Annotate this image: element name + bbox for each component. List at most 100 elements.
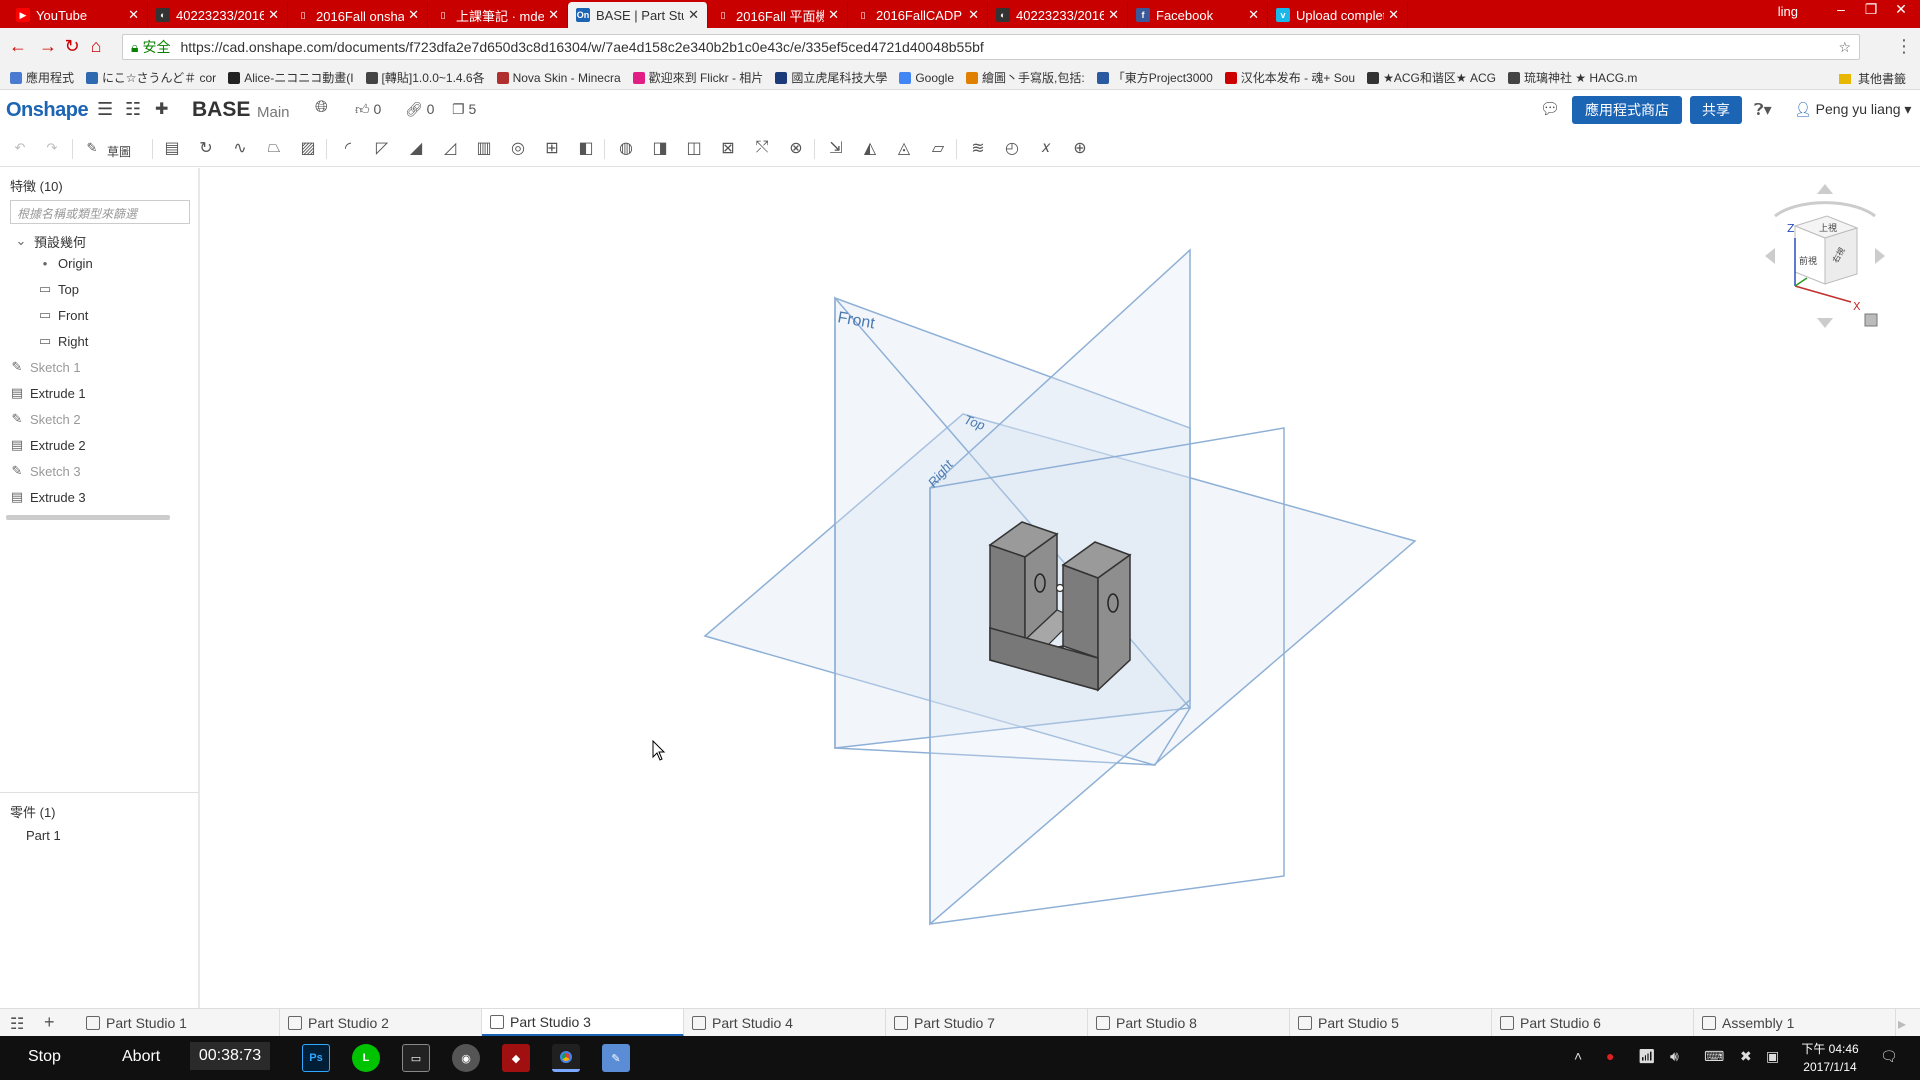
draft-icon[interactable]: ◢ [404,136,428,160]
browser-tab[interactable]: ▯ 2016Fall 平面機構✕ [708,2,848,28]
menu-icon[interactable]: ⋮ [1894,36,1914,56]
ime-mode-icon[interactable]: ▣ [1766,1048,1779,1065]
close-tab-icon[interactable]: ✕ [1388,7,1399,23]
feature-list-icon[interactable]: ☷ [125,99,141,120]
back-icon[interactable]: ← [8,36,28,56]
chamfer-icon[interactable]: ◸ [370,136,394,160]
notification-icon[interactable]: 🗨︎ [1880,1048,1898,1065]
feature-tree-item[interactable]: ✎ Sketch 3 [10,460,81,482]
modify-fillet-icon[interactable]: ⤲ [750,136,774,160]
tab-part-studio[interactable]: Part Studio 1 [78,1009,280,1037]
versions-count[interactable]: ❐ 5 [452,101,476,118]
browser-tab[interactable]: ▯ 上課筆記 · mdecou✕ [428,2,568,28]
browser-tab[interactable]: f Facebook ✕ [1128,2,1268,28]
url-bar[interactable]: 🔒︎ 安全 https://cad.onshape.com/documents/… [122,34,1860,60]
bookmark-other-folder[interactable]: 其他書籤 [1838,70,1906,87]
view-cube-down-arrow[interactable] [1817,318,1833,328]
bookmark-item[interactable]: 歡迎來到 Flickr - 相片 [632,69,763,86]
view-cube-orbit-arc[interactable] [1774,201,1876,218]
pattern-icon[interactable]: ⊞ [540,136,564,160]
chrome-icon[interactable] [552,1044,580,1072]
extrude-icon[interactable]: ▤ [160,136,184,160]
notes-app-icon[interactable]: ✎ [602,1044,630,1072]
links-count[interactable]: 🔗︎ 0 [405,101,434,118]
sketch-label[interactable]: 草圖 [107,143,131,160]
onshape-logo[interactable]: Onshape [6,99,89,122]
likes-count[interactable]: 👍︎ 0 [355,101,381,118]
browser-tab[interactable]: ◐ 40223233/2016fall✕ [148,2,288,28]
feature-tree-item[interactable]: • Origin [38,252,93,274]
document-name[interactable]: BASE [192,98,250,122]
close-tab-icon[interactable]: ✕ [968,7,979,23]
tabs-scroll-icon[interactable]: ▸ [1898,1014,1906,1034]
system-clock[interactable]: 下午 04:46 2017/1/14 [1790,1040,1870,1076]
comments-icon[interactable]: 💬︎ [1540,99,1560,119]
appstore-button[interactable]: 應用程式商店 [1572,96,1682,124]
view-cube-left-arrow[interactable] [1765,248,1775,264]
bookmark-item[interactable]: にこ☆さうんど＃ cor [86,69,216,86]
feature-filter-input[interactable]: 根據名稱或類型來篩選 [10,200,190,224]
shell-icon[interactable]: ▥ [472,136,496,160]
view-mode-icon[interactable] [1864,313,1878,327]
minimize-button[interactable]: – [1826,0,1856,20]
replace-face-icon[interactable]: ◭ [858,136,882,160]
bookmark-item[interactable]: 國立虎尾科技大學 [775,69,887,86]
origin-marker[interactable] [1055,583,1065,593]
ime-icon[interactable]: ✖ [1740,1048,1752,1065]
undo-icon[interactable]: ↶ [8,136,32,160]
bookmark-item[interactable]: [轉貼]1.0.0~1.4.6各 [365,69,485,86]
network-icon[interactable]: 📶︎ [1638,1048,1656,1065]
feature-tree-item[interactable]: ✎ Sketch 1 [10,356,81,378]
close-tab-icon[interactable]: ✕ [408,7,419,23]
feature-tree-item[interactable]: ▤ Extrude 3 [10,486,86,508]
mate-connector-icon[interactable]: ◴ [1000,136,1024,160]
mirror-icon[interactable]: ◧ [574,136,598,160]
boolean-icon[interactable]: ◍ [614,136,638,160]
part-item[interactable]: Part 1 [26,828,61,843]
reload-icon[interactable]: ↻ [62,36,82,56]
feature-tree-item[interactable]: ▤ Extrude 1 [10,382,86,404]
volume-icon[interactable]: 🔊︎ [1670,1048,1679,1065]
bookmark-star-icon[interactable]: ☆ [1838,39,1851,56]
media-app-icon[interactable]: ◉ [452,1044,480,1072]
terminal-icon[interactable]: ▭ [402,1044,430,1072]
feature-tree-item[interactable]: ▭ Top [38,278,79,300]
split-icon[interactable]: ◨ [648,136,672,160]
add-tab-icon[interactable]: + [44,1012,55,1033]
bookmark-item[interactable]: 繪圖丶手寫版,包括: [966,69,1085,86]
photoshop-icon[interactable]: Ps [302,1044,330,1072]
browser-tab[interactable]: v Upload complete!✕ [1268,2,1408,28]
feature-tree-item[interactable]: ✎ Sketch 2 [10,408,81,430]
home-icon[interactable]: ⌂ [86,36,106,56]
insert-icon[interactable]: ✚ [155,99,168,119]
offset-surface-icon[interactable]: ◬ [892,136,916,160]
bookmark-item[interactable]: Alice-ニコニコ動畫(I [228,69,354,86]
graphics-viewport[interactable]: Front Top Right [202,168,1920,1008]
browser-tab[interactable]: ▯ 2016FallCADP - Kr✕ [848,2,988,28]
globe-icon[interactable]: 🌐︎ [315,99,328,117]
feature-tree-item[interactable]: ▭ Front [38,304,89,326]
close-window-button[interactable]: ✕ [1886,0,1916,20]
bookmark-item[interactable]: 「東方Project3000 [1096,69,1213,86]
fillet-icon[interactable]: ◜ [336,136,360,160]
sweep-icon[interactable]: ∿ [228,136,252,160]
bookmark-item[interactable]: 琉璃神社 ★ HACG.m [1507,69,1637,86]
hamburger-menu-icon[interactable]: ☰ [97,99,113,120]
tab-part-studio[interactable]: Part Studio 3 [482,1009,684,1037]
3d-scene[interactable]: Front Top Right [202,168,1920,1008]
thicken-icon[interactable]: ▨ [296,136,320,160]
tab-assembly[interactable]: Assembly 1 [1694,1009,1896,1037]
close-tab-icon[interactable]: ✕ [268,7,279,23]
tab-part-studio[interactable]: Part Studio 7 [886,1009,1088,1037]
tab-manager-icon[interactable]: ☷ [10,1014,24,1034]
tab-part-studio[interactable]: Part Studio 8 [1088,1009,1290,1037]
close-tab-icon[interactable]: ✕ [1108,7,1119,23]
game-app-icon[interactable]: ◆ [502,1044,530,1072]
default-geometry-folder[interactable]: ⌄ 預設幾何 [14,230,86,252]
share-button[interactable]: 共享 [1690,96,1742,124]
sketch-icon[interactable]: ✎ [80,136,104,160]
tab-part-studio[interactable]: Part Studio 5 [1290,1009,1492,1037]
tab-part-studio[interactable]: Part Studio 2 [280,1009,482,1037]
helix-icon[interactable]: ≋ [966,136,990,160]
hole-icon[interactable]: ◎ [506,136,530,160]
